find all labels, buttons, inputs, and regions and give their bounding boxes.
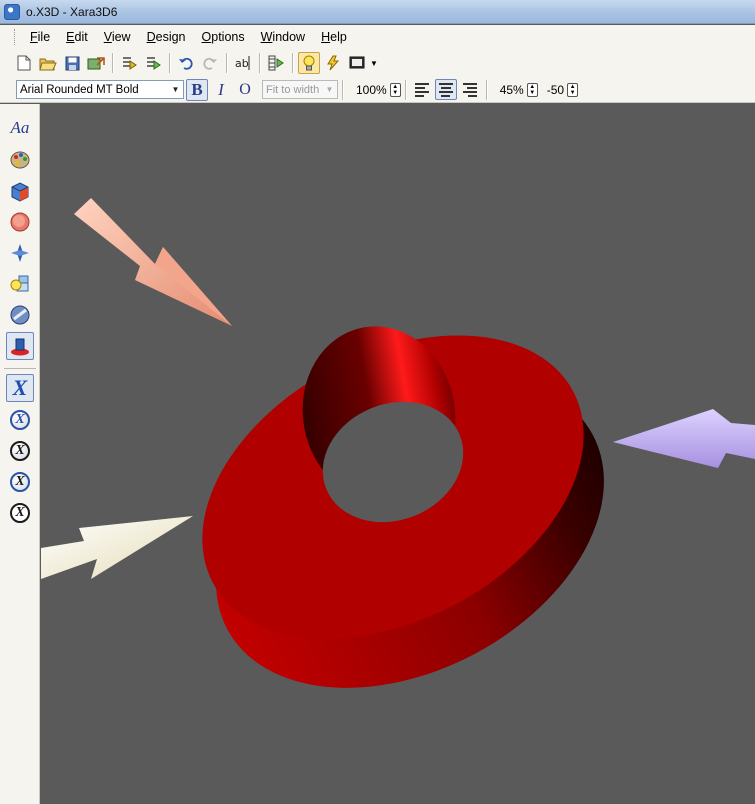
camera-options-icon[interactable] <box>142 52 164 74</box>
menu-edit[interactable]: Edit <box>58 26 96 48</box>
display-icon[interactable] <box>346 52 368 74</box>
shadow-tool-button[interactable] <box>6 332 34 360</box>
lightning-icon[interactable] <box>322 52 344 74</box>
toolbar-separator <box>342 79 343 100</box>
logo-button-2[interactable]: X <box>6 406 34 434</box>
design-canvas[interactable] <box>41 104 755 804</box>
left-toolbar-separator <box>4 368 36 369</box>
size-value: 100% <box>356 82 387 97</box>
align-left-icon <box>414 82 429 97</box>
light-arrow-1[interactable] <box>74 198 232 326</box>
color-tool-button[interactable] <box>6 146 34 174</box>
export-icon[interactable] <box>85 52 107 74</box>
align-right-icon <box>462 82 477 97</box>
toolbar-separator <box>259 53 260 73</box>
text-icon[interactable]: ab <box>232 52 254 74</box>
menu-window[interactable]: Window <box>253 26 313 48</box>
svg-text:ab: ab <box>235 57 249 70</box>
save-icon[interactable] <box>61 52 83 74</box>
logo-button-5[interactable]: X <box>6 499 34 527</box>
menu-grip-icon <box>14 29 17 45</box>
fit-mode-select[interactable]: Fit to width ▼ <box>262 80 338 99</box>
align-right-button[interactable] <box>459 79 481 100</box>
toolbar-separator <box>226 53 227 73</box>
palette-icon <box>10 151 30 169</box>
text-toolbar: Arial Rounded MT Bold ▼ B I O Fit to wid… <box>0 77 755 103</box>
x-circle-icon: X <box>10 441 30 461</box>
size-field[interactable]: 100% ▲ ▼ <box>353 80 401 99</box>
scene-svg <box>41 198 755 688</box>
x-circle-icon: X <box>10 472 30 492</box>
menu-bar: File Edit View Design Options Window Hel… <box>0 25 755 49</box>
font-select[interactable]: Arial Rounded MT Bold ▼ <box>16 80 184 99</box>
spacing-spinner[interactable]: ▲ ▼ <box>526 82 538 97</box>
main-toolbar: ab ▼ <box>0 49 755 77</box>
menu-help[interactable]: Help <box>313 26 355 48</box>
outline-button[interactable]: O <box>234 79 256 101</box>
menu-file[interactable]: File <box>22 26 58 48</box>
light-bulb-icon <box>10 275 29 292</box>
left-toolbar: Aa X X X X X <box>0 104 40 804</box>
logo-button-3[interactable]: X <box>6 437 34 465</box>
bevel-tool-button[interactable] <box>6 208 34 236</box>
texture-tool-button[interactable] <box>6 301 34 329</box>
light-arrow-3[interactable] <box>41 516 193 579</box>
app-icon <box>4 3 20 20</box>
shadow-icon <box>11 338 29 356</box>
chevron-down-icon[interactable]: ▼ <box>168 81 183 98</box>
lights-icon[interactable] <box>298 52 320 74</box>
bevel-icon <box>10 212 30 232</box>
font-value: Arial Rounded MT Bold <box>20 83 139 96</box>
toolbar-separator <box>292 53 293 73</box>
bold-button[interactable]: B <box>186 78 208 101</box>
size-spinner[interactable]: ▲ ▼ <box>389 82 401 97</box>
logo-button-4[interactable]: X <box>6 468 34 496</box>
toolbar-separator <box>485 79 487 100</box>
x-logo-icon: X <box>12 375 28 400</box>
italic-button[interactable]: I <box>210 79 232 101</box>
display-dropdown-icon[interactable]: ▼ <box>370 59 378 68</box>
menu-options[interactable]: Options <box>194 26 253 48</box>
new-icon[interactable] <box>13 52 35 74</box>
logo-button-1[interactable]: X <box>6 374 34 402</box>
light-arrow-2[interactable] <box>613 409 755 468</box>
toolbar-separator <box>404 79 406 100</box>
align-left-button[interactable] <box>411 79 433 100</box>
align-center-icon <box>438 82 453 97</box>
redo-icon[interactable] <box>199 52 221 74</box>
undo-icon[interactable] <box>175 52 197 74</box>
animation-icon[interactable] <box>265 52 287 74</box>
menu-view[interactable]: View <box>96 26 139 48</box>
line-spacing-spinner[interactable]: ▲ ▼ <box>567 82 579 97</box>
line-spacing-value: -50 <box>546 82 565 97</box>
texture-icon <box>10 305 30 325</box>
text-tool-button[interactable]: Aa <box>6 114 34 142</box>
align-center-button[interactable] <box>434 79 457 100</box>
x-circle-icon: X <box>10 503 30 523</box>
title-bar: o.X3D - Xara3D6 <box>0 0 755 24</box>
shading-tool-button[interactable] <box>6 239 34 267</box>
line-spacing-field[interactable]: -50 ▲ ▼ <box>544 80 579 99</box>
chevron-down-icon[interactable]: ▼ <box>322 81 337 98</box>
extrude-icon <box>11 182 29 202</box>
x-circle-icon: X <box>10 410 30 430</box>
shading-icon <box>11 244 29 262</box>
menu-design[interactable]: Design <box>139 26 194 48</box>
toolbar-separator <box>169 53 170 73</box>
open-icon[interactable] <box>37 52 59 74</box>
text-tool-icon: Aa <box>10 118 30 137</box>
spacing-field[interactable]: 45% ▲ ▼ <box>497 80 538 99</box>
lights-tool-button[interactable] <box>6 270 34 298</box>
extrude-tool-button[interactable] <box>6 177 34 205</box>
fit-mode-value: Fit to width <box>266 83 320 96</box>
window-title: o.X3D - Xara3D6 <box>26 4 118 19</box>
toolbar-separator <box>112 53 113 73</box>
camera-icon[interactable] <box>118 52 140 74</box>
spacing-value: 45% <box>499 82 524 97</box>
